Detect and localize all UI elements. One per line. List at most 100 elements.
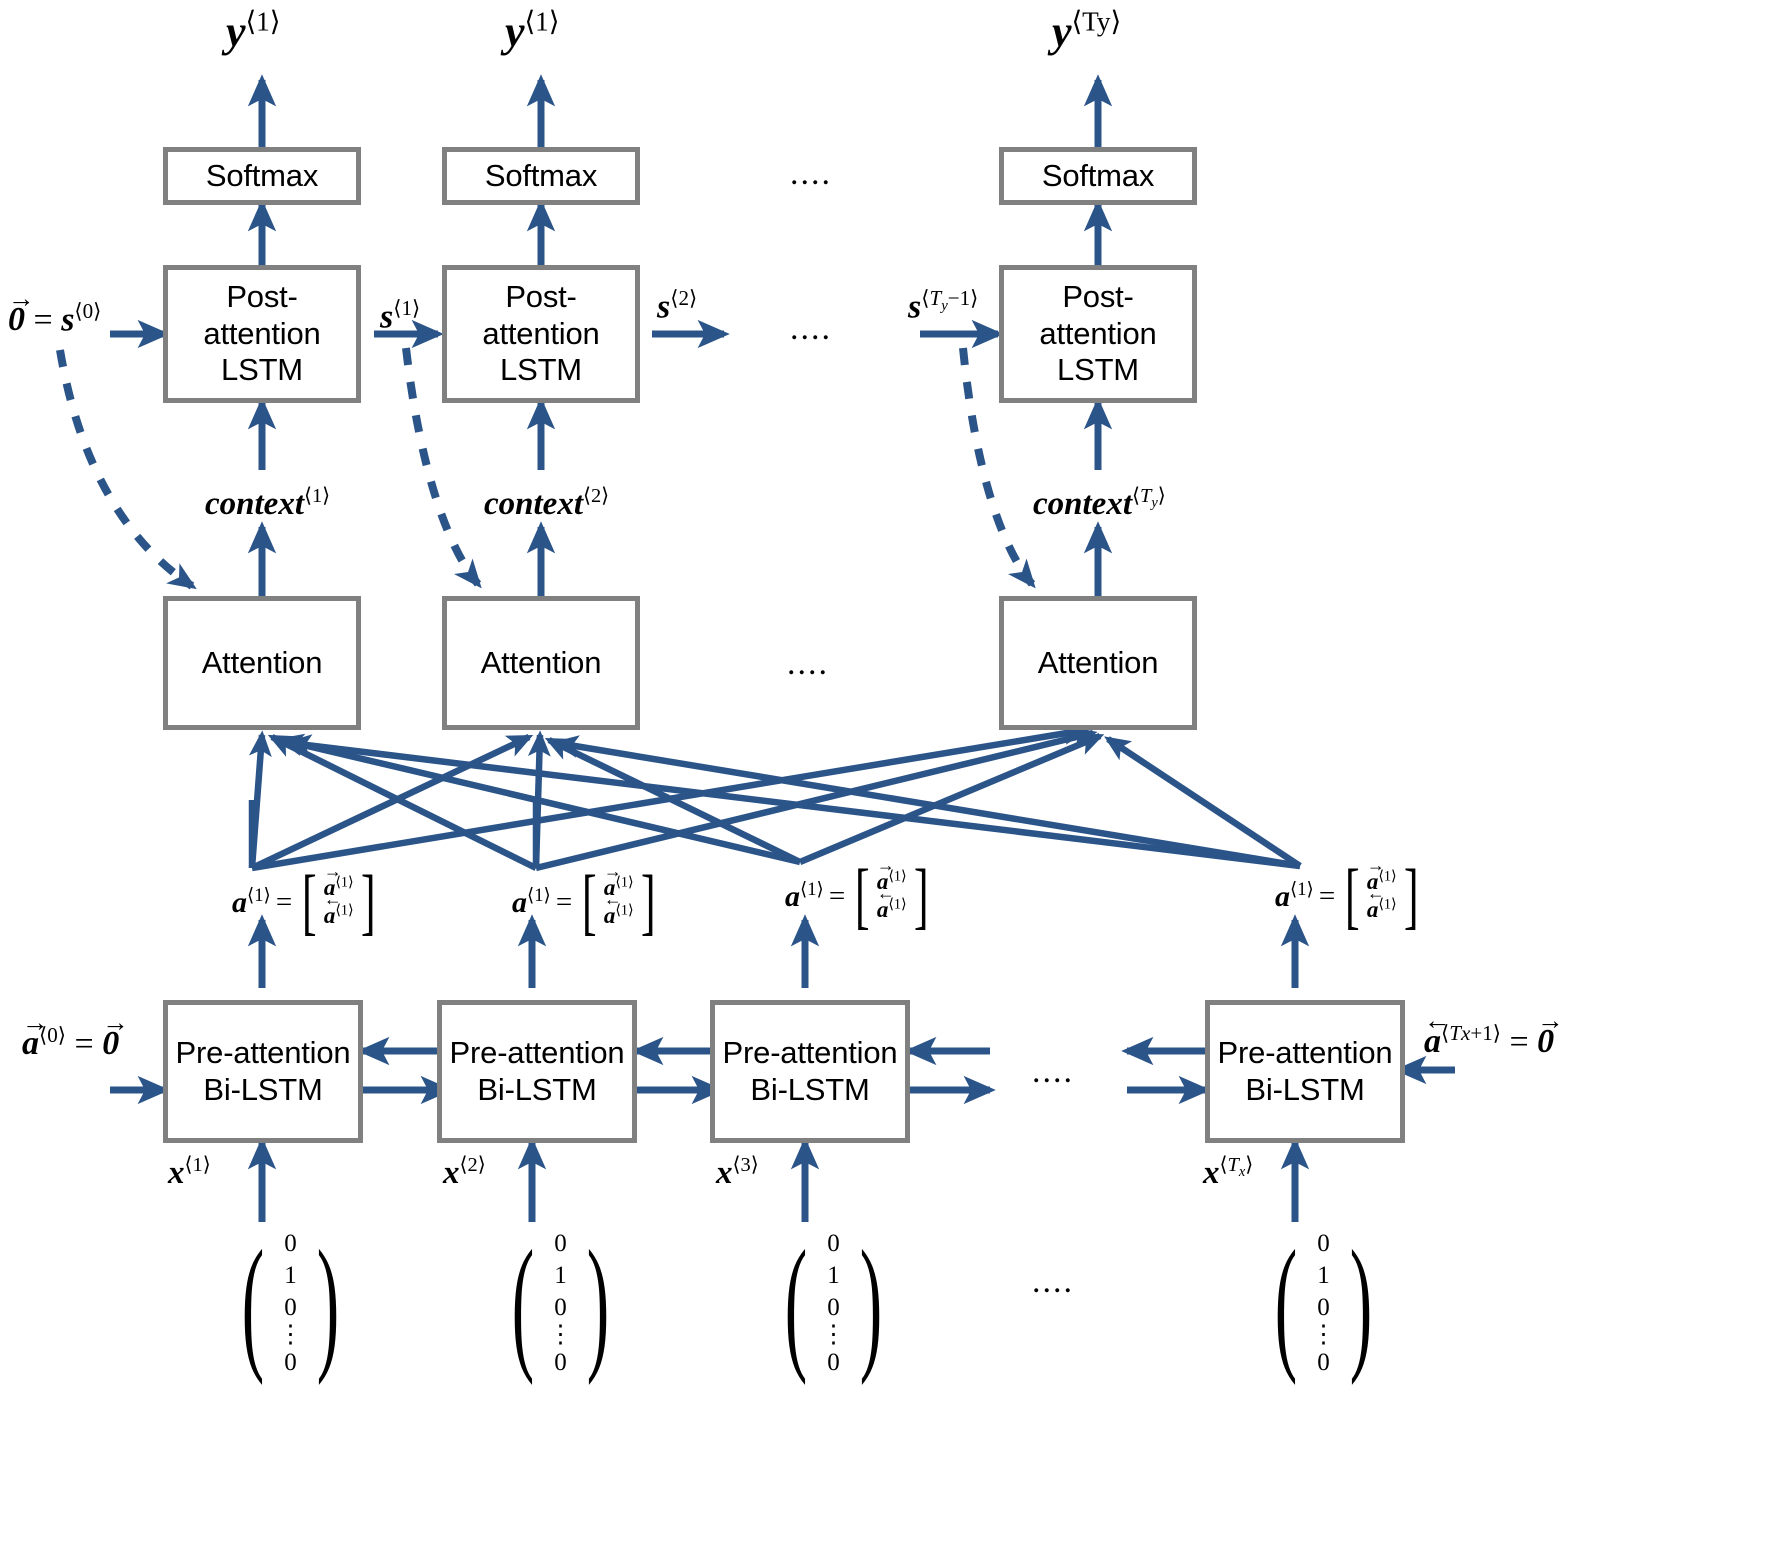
s1-superscript: ⟨1⟩ <box>393 296 421 320</box>
x-superscript: ⟨2⟩ <box>459 1154 486 1176</box>
context-superscript: ⟨1⟩ <box>303 485 331 507</box>
post-attention-lstm-label: Post-attention LSTM <box>1039 279 1157 388</box>
bracket-open: [ <box>1345 855 1360 937</box>
one-hot-value: 0 <box>1317 1230 1330 1257</box>
context-label-2: context⟨2⟩ <box>484 483 609 523</box>
input-label-x-1: x⟨1⟩ <box>168 1152 211 1192</box>
pre-attention-bilstm-label: Pre-attention Bi-LSTM <box>449 1034 625 1107</box>
attention-box-1: Attention <box>163 596 361 730</box>
context-word: context <box>205 486 304 522</box>
forward-a-init-vector: → a <box>22 1009 49 1063</box>
s-symbol: s <box>657 288 671 326</box>
one-hot-value: 0 <box>284 1348 297 1376</box>
activation-row-backward: ← a⟨1⟩ <box>1367 884 1397 924</box>
bracket-close: ] <box>360 861 376 943</box>
softmax-box-t: Softmax <box>999 147 1197 205</box>
right-arrow-accent-icon: → <box>603 861 622 882</box>
context-label-t: context⟨Ty⟩ <box>1033 483 1166 523</box>
context-superscript: ⟨Ty⟩ <box>1131 485 1166 512</box>
equals-symbol: = <box>828 879 846 912</box>
left-arrow-accent-icon: ← <box>1424 1004 1451 1035</box>
y-superscript: ⟨1⟩ <box>245 6 281 37</box>
right-arrow-accent-icon: → <box>1537 1004 1564 1035</box>
activation-rows: → a⟨1⟩ ← a⟨1⟩ <box>322 862 356 930</box>
one-hot-value: 0 <box>827 1348 840 1376</box>
one-hot-vector-3: ( 0 1 0 ⋮ 0 ) <box>771 1228 896 1379</box>
activation-lhs: a⟨1⟩ <box>512 885 551 920</box>
activation-rows: → a⟨1⟩ ← a⟨1⟩ <box>1365 856 1399 924</box>
bracket-close: ] <box>640 861 656 943</box>
activation-row-backward: ← a⟨1⟩ <box>877 884 907 924</box>
equals-symbol: = <box>33 301 53 339</box>
x-superscript: ⟨Tx⟩ <box>1219 1154 1254 1181</box>
s-symbol: s <box>61 301 75 339</box>
activation-row-backward: ← a⟨1⟩ <box>604 890 634 930</box>
right-arrow-accent-icon: → <box>323 861 342 882</box>
backward-a-vector: ← a <box>604 890 622 930</box>
one-hot-value: 1 <box>554 1262 567 1289</box>
activation-lhs: a⟨1⟩ <box>1275 879 1314 914</box>
attention-box-2: Attention <box>442 596 640 730</box>
bilstm-boundary-right: ← a⟨Tx+1⟩ = → 0 <box>1424 1007 1564 1061</box>
one-hot-value: 1 <box>1317 1262 1330 1289</box>
a-superscript: ⟨1⟩ <box>800 878 824 900</box>
one-hot-value: 1 <box>284 1262 297 1289</box>
bilstm-boundary-left: → a⟨0⟩ = → 0 <box>22 1009 129 1063</box>
input-label-x-3: x⟨3⟩ <box>716 1152 759 1192</box>
post-attention-lstm-label: Post-attention LSTM <box>203 279 321 388</box>
backward-a-vector: ← a <box>877 884 895 924</box>
x-symbol: x <box>1203 1155 1220 1191</box>
pre-attention-bilstm-label: Pre-attention Bi-LSTM <box>1217 1034 1393 1107</box>
equals-symbol: = <box>555 885 573 918</box>
one-hot-value: 0 <box>827 1294 840 1321</box>
x-superscript: ⟨3⟩ <box>732 1154 759 1176</box>
pre-attention-bilstm-box-1: Pre-attention Bi-LSTM <box>163 1000 363 1143</box>
right-arrow-accent-icon: → <box>1366 855 1385 876</box>
backward-a-vector: ← a <box>324 890 342 930</box>
attention-label: Attention <box>1037 644 1159 680</box>
one-hot-value: 0 <box>1317 1348 1330 1376</box>
output-label-y-1: y⟨1⟩ <box>226 6 280 57</box>
paren-open: ( <box>784 1220 808 1387</box>
activation-rows: → a⟨1⟩ ← a⟨1⟩ <box>602 862 636 930</box>
one-hot-vector-2: ( 0 1 0 ⋮ 0 ) <box>498 1228 623 1379</box>
y-symbol: y <box>505 7 525 56</box>
equals-symbol: = <box>1318 879 1336 912</box>
paren-open: ( <box>511 1220 535 1387</box>
s-symbol: s <box>908 288 922 326</box>
backward-a-vector: ← a <box>1367 884 1385 924</box>
one-hot-value: 0 <box>284 1294 297 1321</box>
a-superscript: ⟨1⟩ <box>1290 878 1314 900</box>
state-label-s0: → 0 = s⟨0⟩ <box>8 285 102 339</box>
ellipsis-onehot-row: .... <box>1032 1263 1074 1300</box>
bracket-close: ] <box>1403 855 1419 937</box>
paren-close: ) <box>859 1220 883 1387</box>
state-label-s1: s⟨1⟩ <box>380 295 420 336</box>
bracket-open: [ <box>302 861 317 943</box>
softmax-box-1: Softmax <box>163 147 361 205</box>
s-ty-superscript: ⟨Ty−1⟩ <box>921 286 979 315</box>
state-label-s2: s⟨2⟩ <box>657 285 697 326</box>
y-superscript: ⟨1⟩ <box>524 6 560 37</box>
bracket-open: [ <box>582 861 597 943</box>
activation-vector-t: a⟨1⟩ = [ → a⟨1⟩ ← a⟨1⟩ ] <box>1275 855 1423 937</box>
one-hot-value: 0 <box>284 1230 297 1257</box>
one-hot-vector-1: ( 0 1 0 ⋮ 0 ) <box>228 1228 353 1379</box>
left-arrow-accent-icon: ← <box>1366 883 1385 904</box>
paren-close: ) <box>586 1220 610 1387</box>
pre-attention-bilstm-box-t: Pre-attention Bi-LSTM <box>1205 1000 1405 1143</box>
s0-superscript: ⟨0⟩ <box>74 299 102 323</box>
context-superscript: ⟨2⟩ <box>582 485 610 507</box>
right-arrow-accent-icon: → <box>22 1006 49 1037</box>
backward-a-init-vector: ← a <box>1424 1007 1451 1061</box>
equals-symbol: = <box>1509 1023 1529 1061</box>
left-arrow-accent-icon: ← <box>876 883 895 904</box>
x-symbol: x <box>716 1155 733 1191</box>
zero-vector-symbol: → 0 <box>8 285 35 339</box>
pre-attention-bilstm-label: Pre-attention Bi-LSTM <box>722 1034 898 1107</box>
bracket-open: [ <box>855 855 870 937</box>
state-label-s-ty-minus-1: s⟨Ty−1⟩ <box>908 285 978 326</box>
softmax-label: Softmax <box>205 157 319 193</box>
input-label-x-t: x⟨Tx⟩ <box>1203 1152 1253 1192</box>
ellipsis-bilstm-row: .... <box>1032 1053 1074 1090</box>
